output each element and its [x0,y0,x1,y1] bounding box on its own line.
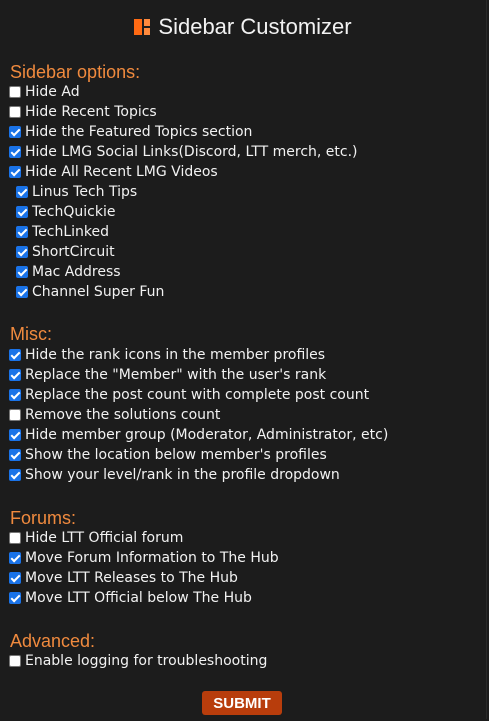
header: Sidebar Customizer [0,12,486,42]
option-label: TechLinked [32,224,110,240]
checkbox[interactable] [16,286,28,298]
option-replace-post-count[interactable]: Replace the post count with complete pos… [9,386,369,404]
section-title-advanced: Advanced: [10,631,96,651]
option-label: Hide LMG Social Links(Discord, LTT merch… [25,144,358,160]
option-label: Linus Tech Tips [32,184,138,200]
option-move-ltt-releases[interactable]: Move LTT Releases to The Hub [9,569,238,587]
checkbox[interactable] [16,206,28,218]
checkbox[interactable] [9,146,21,158]
option-show-level-rank[interactable]: Show your level/rank in the profile drop… [9,466,340,484]
page-title: Sidebar Customizer [158,14,352,39]
section-title-sidebar: Sidebar options: [10,62,141,82]
ltt-logo-icon [134,19,151,35]
option-move-ltt-official[interactable]: Move LTT Official below The Hub [9,589,252,607]
checkbox[interactable] [16,226,28,238]
option-channel-mac-address[interactable]: Mac Address [16,263,121,281]
option-hide-lmg-social-links[interactable]: Hide LMG Social Links(Discord, LTT merch… [9,143,358,161]
option-channel-techlinked[interactable]: TechLinked [16,223,109,241]
option-label: Hide member group (Moderator, Administra… [25,427,389,443]
checkbox[interactable] [9,532,21,544]
option-label: TechQuickie [32,204,116,220]
checkbox[interactable] [9,449,21,461]
section-title-misc: Misc: [10,324,52,344]
checkbox[interactable] [9,349,21,361]
option-hide-member-group[interactable]: Hide member group (Moderator, Administra… [9,426,388,444]
checkbox[interactable] [9,655,21,667]
option-label: Replace the post count with complete pos… [25,387,370,403]
option-label: Enable logging for troubleshooting [25,653,268,669]
option-hide-recent-lmg-videos[interactable]: Hide All Recent LMG Videos [9,163,218,181]
checkbox[interactable] [9,166,21,178]
option-label: Hide LTT Official forum [25,530,184,546]
option-label: Remove the solutions count [25,407,221,423]
checkbox[interactable] [9,429,21,441]
option-label: Hide Recent Topics [25,104,157,120]
option-show-location[interactable]: Show the location below member's profile… [9,446,327,464]
option-channel-linus-tech-tips[interactable]: Linus Tech Tips [16,183,137,201]
option-label: Move Forum Information to The Hub [25,550,279,566]
option-label: Move LTT Releases to The Hub [25,570,238,586]
option-replace-member-rank[interactable]: Replace the "Member" with the user's ran… [9,366,326,384]
sidebar-customizer-panel: Sidebar Customizer Sidebar options: Hide… [0,0,487,719]
checkbox[interactable] [9,126,21,138]
option-label: Mac Address [32,264,121,280]
option-channel-techquickie[interactable]: TechQuickie [16,203,115,221]
option-label: Channel Super Fun [32,284,165,300]
checkbox[interactable] [9,552,21,564]
checkbox[interactable] [16,266,28,278]
option-hide-ad[interactable]: Hide Ad [9,83,80,101]
option-hide-rank-icons[interactable]: Hide the rank icons in the member profil… [9,346,325,364]
checkbox[interactable] [9,369,21,381]
option-enable-logging[interactable]: Enable logging for troubleshooting [9,652,267,670]
option-label: Hide the rank icons in the member profil… [25,347,326,363]
option-hide-featured-topics[interactable]: Hide the Featured Topics section [9,123,252,141]
checkbox[interactable] [9,106,21,118]
option-label: Hide All Recent LMG Videos [25,164,218,180]
checkbox[interactable] [9,409,21,421]
checkbox[interactable] [9,389,21,401]
checkbox[interactable] [9,592,21,604]
checkbox[interactable] [16,246,28,258]
option-label: Hide Ad [25,84,80,100]
section-title-forums: Forums: [10,508,77,528]
option-label: Hide the Featured Topics section [25,124,253,140]
option-label: Replace the "Member" with the user's ran… [25,367,327,383]
checkbox[interactable] [9,469,21,481]
option-move-forum-information[interactable]: Move Forum Information to The Hub [9,549,279,567]
checkbox[interactable] [16,186,28,198]
option-label: Show the location below member's profile… [25,447,327,463]
checkbox[interactable] [9,86,21,98]
option-hide-ltt-official-forum[interactable]: Hide LTT Official forum [9,529,183,547]
option-remove-solutions-count[interactable]: Remove the solutions count [9,406,220,424]
option-channel-shortcircuit[interactable]: ShortCircuit [16,243,115,261]
option-label: Show your level/rank in the profile drop… [25,467,340,483]
option-label: ShortCircuit [32,244,115,260]
option-hide-recent-topics[interactable]: Hide Recent Topics [9,103,157,121]
checkbox[interactable] [9,572,21,584]
submit-button[interactable]: SUBMIT [202,691,282,715]
option-channel-super-fun[interactable]: Channel Super Fun [16,283,164,301]
option-label: Move LTT Official below The Hub [25,590,252,606]
